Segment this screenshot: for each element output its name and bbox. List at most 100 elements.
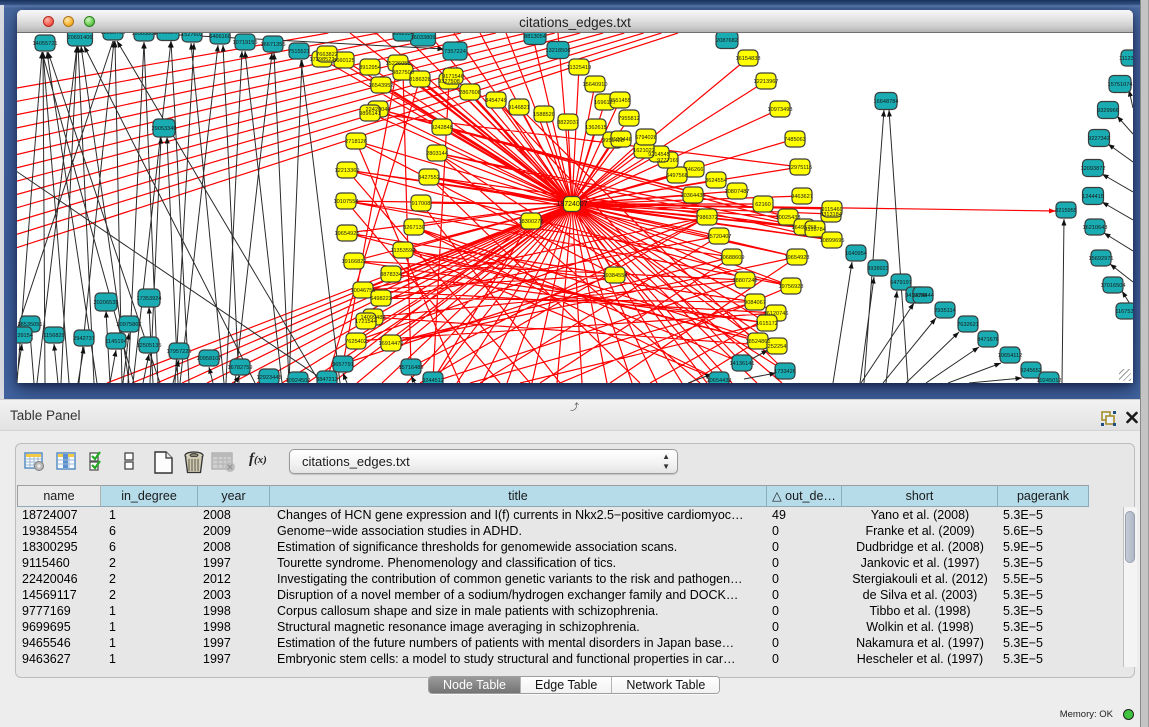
svg-text:11353594: 11353594 <box>391 248 415 254</box>
svg-text:15226053: 15226053 <box>386 61 411 67</box>
svg-text:16914479: 16914479 <box>379 341 404 347</box>
svg-text:16033809: 16033809 <box>411 35 436 41</box>
svg-text:17957225: 17957225 <box>167 349 192 355</box>
svg-text:10973493: 10973493 <box>768 107 793 113</box>
svg-text:10958107: 10958107 <box>197 356 222 362</box>
svg-text:9463627: 9463627 <box>791 194 813 200</box>
svg-text:1615172: 1615172 <box>756 321 778 327</box>
svg-text:1733426: 1733426 <box>774 369 796 375</box>
svg-text:16782759: 16782759 <box>228 365 253 371</box>
svg-text:19654925: 19654925 <box>335 231 360 237</box>
svg-text:29053346: 29053346 <box>152 126 177 132</box>
svg-text:1167534: 1167534 <box>1115 309 1133 315</box>
svg-text:15692971: 15692971 <box>1089 256 1114 262</box>
svg-text:16120746: 16120746 <box>764 311 789 317</box>
svg-text:16210643: 16210643 <box>1083 225 1108 231</box>
svg-text:9777169: 9777169 <box>657 158 679 164</box>
svg-text:8215955: 8215955 <box>1055 208 1077 214</box>
svg-text:9062534: 9062534 <box>392 33 414 37</box>
svg-text:7485063: 7485063 <box>784 137 806 143</box>
svg-text:9244512: 9244512 <box>422 378 444 383</box>
svg-text:8471676: 8471676 <box>977 337 999 343</box>
svg-text:16648784: 16648784 <box>874 99 899 105</box>
svg-text:6466160: 6466160 <box>209 34 231 40</box>
svg-text:14055721: 14055721 <box>33 41 58 47</box>
svg-text:15640910: 15640910 <box>583 82 608 88</box>
svg-text:15720407: 15720407 <box>707 234 732 240</box>
svg-text:10245012: 10245012 <box>1037 378 1062 383</box>
svg-text:7515521: 7515521 <box>288 49 310 55</box>
svg-text:8813054: 8813054 <box>524 34 546 40</box>
svg-text:10807487: 10807487 <box>725 189 750 195</box>
svg-text:7625402: 7625402 <box>345 339 367 345</box>
svg-text:9084067: 9084067 <box>744 300 766 306</box>
svg-text:17353924: 17353924 <box>137 296 162 302</box>
svg-text:9242848: 9242848 <box>431 125 453 131</box>
svg-text:19166827: 19166827 <box>342 259 367 265</box>
svg-text:19654923: 19654923 <box>785 255 810 261</box>
svg-text:16671355: 16671355 <box>261 42 286 48</box>
svg-text:6479197: 6479197 <box>890 280 912 286</box>
svg-text:1362615: 1362615 <box>585 125 607 131</box>
svg-text:11123694: 11123694 <box>1119 56 1133 62</box>
svg-text:8878334: 8878334 <box>380 272 402 278</box>
svg-text:9239154: 9239154 <box>17 333 33 339</box>
svg-text:8660125: 8660125 <box>333 58 355 64</box>
svg-text:12213369: 12213369 <box>335 168 360 174</box>
svg-text:2087682: 2087682 <box>716 38 738 44</box>
svg-text:7357224: 7357224 <box>444 49 466 55</box>
svg-text:10046756: 10046756 <box>351 288 376 294</box>
svg-text:9657791: 9657791 <box>332 362 354 368</box>
svg-text:18535051: 18535051 <box>18 322 43 328</box>
svg-text:10654433: 10654433 <box>707 378 732 383</box>
svg-text:14136141: 14136141 <box>730 361 755 367</box>
svg-text:9227342: 9227342 <box>1088 136 1110 142</box>
svg-text:18807249: 18807249 <box>733 278 758 284</box>
svg-text:10025433: 10025433 <box>776 215 801 221</box>
svg-text:9474444: 9474444 <box>912 293 934 299</box>
svg-text:18535725: 18535725 <box>101 33 126 36</box>
svg-text:20364436: 20364436 <box>681 193 706 199</box>
svg-text:3624554: 3624554 <box>705 178 727 184</box>
svg-text:16543952: 16543952 <box>369 83 394 89</box>
svg-text:1244415: 1244415 <box>1082 194 1104 200</box>
svg-text:9190448: 9190448 <box>610 137 632 143</box>
svg-text:7986372: 7986372 <box>696 215 718 221</box>
svg-text:9115460: 9115460 <box>821 207 842 213</box>
svg-text:15716485: 15716485 <box>399 365 424 371</box>
svg-text:1527602: 1527602 <box>181 33 203 38</box>
svg-text:17016504: 17016504 <box>1101 283 1126 289</box>
svg-text:1156829: 1156829 <box>43 333 64 339</box>
svg-text:9146821: 9146821 <box>508 105 530 111</box>
svg-text:18300275: 18300275 <box>519 219 544 225</box>
svg-text:10688609: 10688609 <box>720 255 745 261</box>
svg-text:16154838: 16154838 <box>736 56 761 62</box>
svg-text:10719155: 10719155 <box>233 40 258 46</box>
svg-text:11325419: 11325419 <box>567 65 591 71</box>
svg-text:12923448: 12923448 <box>257 375 282 381</box>
svg-text:9318784: 9318784 <box>804 227 826 233</box>
svg-text:10899695: 10899695 <box>820 238 845 244</box>
svg-text:7663822: 7663822 <box>316 52 338 58</box>
svg-text:12505135: 12505135 <box>137 343 162 349</box>
svg-text:6498222: 6498222 <box>370 296 392 302</box>
svg-text:8912954: 8912954 <box>359 65 381 71</box>
svg-text:19756928: 19756928 <box>779 284 804 290</box>
svg-text:8938923: 8938923 <box>867 266 889 272</box>
svg-text:20975867: 20975867 <box>117 322 142 328</box>
svg-text:9551455: 9551455 <box>609 98 631 104</box>
svg-text:2935114: 2935114 <box>934 308 955 314</box>
svg-text:12975115: 12975115 <box>788 165 812 171</box>
svg-text:10655267: 10655267 <box>156 33 181 36</box>
svg-text:2867608: 2867608 <box>459 90 481 96</box>
svg-text:9171546: 9171546 <box>442 74 464 80</box>
svg-text:1721544: 1721544 <box>355 319 377 325</box>
svg-text:15751074: 15751074 <box>1108 82 1133 88</box>
svg-text:8427552: 8427552 <box>418 175 440 181</box>
svg-text:20691406: 20691406 <box>68 35 93 41</box>
svg-text:1588520: 1588520 <box>533 112 555 118</box>
svg-text:8186328: 8186328 <box>409 77 431 83</box>
svg-text:10924502: 10924502 <box>286 378 311 383</box>
svg-text:8267130: 8267130 <box>403 225 425 231</box>
svg-text:19384554: 19384554 <box>603 273 628 279</box>
